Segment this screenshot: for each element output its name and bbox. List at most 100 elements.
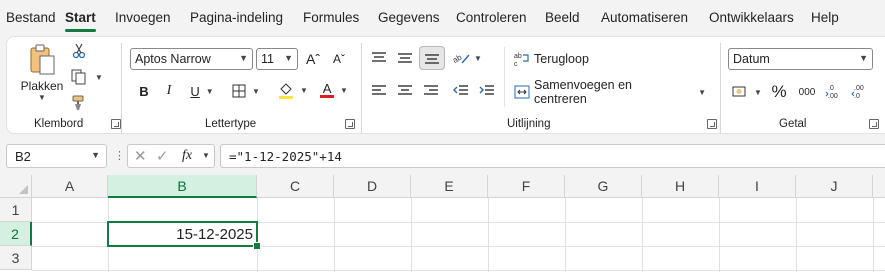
- percent-style-button[interactable]: %: [769, 81, 789, 103]
- chevron-down-icon[interactable]: ▼: [38, 93, 46, 102]
- wrap-text-button[interactable]: ab c Terugloop: [514, 48, 600, 70]
- column-header-c[interactable]: C: [257, 175, 334, 198]
- copy-button[interactable]: ▼: [69, 67, 105, 87]
- gridline: [873, 198, 874, 272]
- column-header-d[interactable]: D: [334, 175, 411, 198]
- text-orientation-icon: ab: [452, 52, 470, 65]
- chevron-down-icon[interactable]: ▼: [91, 150, 100, 160]
- alignment-launcher-icon[interactable]: [707, 119, 717, 129]
- gridline: [642, 198, 643, 272]
- separator: [361, 43, 362, 133]
- number-launcher-icon[interactable]: [869, 119, 879, 129]
- align-left-button[interactable]: [369, 81, 389, 101]
- cancel-icon[interactable]: ✕: [134, 147, 147, 165]
- align-top-button[interactable]: [369, 48, 389, 68]
- borders-button[interactable]: ▼: [227, 81, 265, 101]
- align-middle-icon: [398, 53, 412, 63]
- font-color-button[interactable]: A ▼: [315, 79, 353, 101]
- orientation-button[interactable]: ab ▼: [450, 48, 484, 68]
- chevron-down-icon: ▼: [859, 53, 868, 63]
- gridline: [796, 198, 797, 272]
- column-header-e[interactable]: E: [411, 175, 488, 198]
- format-painter-button[interactable]: [69, 93, 89, 113]
- chevron-down-icon: ▼: [754, 87, 762, 97]
- fx-icon[interactable]: fx: [182, 148, 192, 164]
- column-header-f[interactable]: F: [488, 175, 565, 198]
- cell-b2-value: 15-12-2025: [176, 226, 253, 243]
- gridline: [411, 198, 412, 272]
- tab-pagina-indeling[interactable]: Pagina-indeling: [190, 10, 283, 25]
- increase-decimal-button[interactable]: .0.00: [823, 79, 845, 103]
- column-header-g[interactable]: G: [565, 175, 642, 198]
- cut-button[interactable]: [69, 41, 89, 61]
- column-header-partial[interactable]: [873, 175, 885, 198]
- decrease-indent-button[interactable]: [451, 81, 471, 101]
- bold-button[interactable]: B: [135, 81, 153, 101]
- underline-icon: U: [190, 83, 200, 99]
- tab-bestand[interactable]: Bestand: [6, 10, 56, 25]
- align-center-button[interactable]: [395, 81, 415, 101]
- tab-help[interactable]: Help: [811, 10, 839, 25]
- column-header-b[interactable]: B: [108, 175, 257, 198]
- tab-invoegen[interactable]: Invoegen: [115, 10, 171, 25]
- underline-button[interactable]: U ▼: [185, 81, 219, 101]
- decrease-decimal-button[interactable]: .00.0: [849, 79, 871, 103]
- chevron-down-icon: ▼: [205, 86, 214, 96]
- scissors-icon: [72, 43, 86, 59]
- shrink-font-button[interactable]: Aˇ: [329, 48, 349, 70]
- column-header-a[interactable]: A: [32, 175, 108, 198]
- chevron-down-icon[interactable]: ▼: [95, 73, 103, 82]
- font-launcher-icon[interactable]: [345, 119, 355, 129]
- tab-ontwikkelaars[interactable]: Ontwikkelaars: [709, 10, 794, 25]
- chevron-down-icon: ▼: [252, 86, 260, 96]
- copy-icon: [71, 69, 86, 85]
- check-icon[interactable]: ✓: [156, 147, 169, 165]
- number-format-select[interactable]: Datum ▼: [728, 48, 873, 70]
- gridline: [719, 198, 720, 272]
- borders-icon: [232, 84, 246, 98]
- tab-beeld[interactable]: Beeld: [545, 10, 580, 25]
- svg-text:ab: ab: [514, 53, 522, 60]
- row-header-3[interactable]: 3: [0, 246, 32, 270]
- clipboard-launcher-icon[interactable]: [111, 119, 121, 129]
- more-icon[interactable]: ⋮: [114, 149, 125, 162]
- tab-start[interactable]: Start: [65, 10, 96, 32]
- svg-text:.0: .0: [828, 85, 834, 92]
- align-left-icon: [372, 85, 386, 95]
- group-label-clipboard: Klembord: [34, 118, 84, 130]
- tab-gegevens[interactable]: Gegevens: [378, 10, 440, 25]
- column-header-h[interactable]: H: [642, 175, 719, 198]
- increase-font-icon: Aˆ: [306, 51, 320, 67]
- row-header-2[interactable]: 2: [0, 222, 32, 246]
- increase-indent-button[interactable]: [477, 81, 497, 101]
- chevron-down-icon: ▼: [300, 85, 308, 95]
- tab-automatiseren[interactable]: Automatiseren: [601, 10, 688, 25]
- gridline: [334, 198, 335, 272]
- column-header-j[interactable]: J: [796, 175, 873, 198]
- font-family-select[interactable]: Aptos Narrow ▼: [130, 48, 253, 70]
- row-header-1[interactable]: 1: [0, 198, 32, 222]
- name-box[interactable]: B2 ▼: [6, 144, 107, 168]
- chevron-down-icon[interactable]: ▼: [202, 151, 210, 160]
- merge-center-button[interactable]: Samenvoegen en centreren ▼: [514, 78, 706, 106]
- comma-style-button[interactable]: 000: [795, 81, 819, 103]
- align-middle-button[interactable]: [395, 48, 415, 68]
- font-size-select[interactable]: 11 ▼: [256, 48, 298, 70]
- grow-font-button[interactable]: Aˆ: [303, 48, 323, 70]
- thousands-icon: 000: [798, 86, 816, 98]
- align-top-icon: [372, 52, 386, 62]
- increase-decimal-icon: .0.00: [825, 85, 838, 100]
- select-all-corner[interactable]: [0, 175, 32, 198]
- fill-color-button[interactable]: ▼: [274, 79, 312, 101]
- italic-button[interactable]: I: [160, 81, 178, 101]
- column-header-i[interactable]: I: [719, 175, 796, 198]
- accounting-format-button[interactable]: ▼: [729, 81, 765, 103]
- align-bottom-button[interactable]: [419, 46, 445, 70]
- tab-formules[interactable]: Formules: [303, 10, 359, 25]
- align-right-button[interactable]: [421, 81, 441, 101]
- tab-controleren[interactable]: Controleren: [456, 10, 527, 25]
- cell-b2[interactable]: 15-12-2025: [107, 221, 261, 250]
- gridline: [488, 198, 489, 272]
- formula-input[interactable]: ="1-12-2025"+14: [220, 144, 885, 168]
- paste-button[interactable]: Plakken ▼: [21, 41, 63, 103]
